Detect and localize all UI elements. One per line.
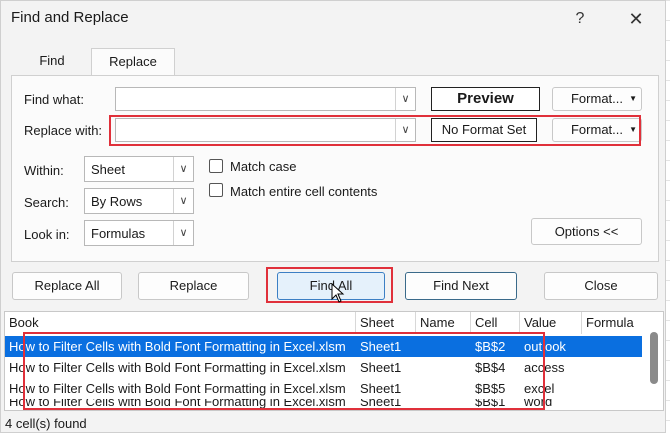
chevron-down-icon[interactable]: ∨ xyxy=(173,221,193,245)
col-header-formula[interactable]: Formula xyxy=(582,312,642,334)
status-text: 4 cell(s) found xyxy=(5,416,87,431)
within-value: Sheet xyxy=(91,162,125,177)
find-format-button[interactable]: Format... ▼ xyxy=(552,87,642,111)
tab-replace-label: Replace xyxy=(109,54,157,69)
replace-button[interactable]: Replace xyxy=(138,272,249,300)
tab-replace[interactable]: Replace xyxy=(91,48,175,76)
highlight-find-all xyxy=(266,267,393,303)
chevron-down-icon[interactable]: ∨ xyxy=(173,189,193,213)
search-select[interactable]: By Rows ∨ xyxy=(84,188,194,214)
lookin-value: Formulas xyxy=(91,226,146,241)
dialog-title: Find and Replace xyxy=(11,9,129,26)
find-what-input[interactable]: ∨ xyxy=(115,87,416,111)
find-next-button[interactable]: Find Next xyxy=(405,272,517,300)
options-button[interactable]: Options << xyxy=(531,218,642,245)
col-header-cell[interactable]: Cell xyxy=(471,312,520,334)
replace-with-label: Replace with: xyxy=(24,123,103,138)
tab-find-label: Find xyxy=(39,53,65,68)
find-format-label: Format... xyxy=(570,91,623,106)
col-header-name[interactable]: Name xyxy=(416,312,471,334)
col-header-sheet[interactable]: Sheet xyxy=(356,312,416,334)
highlight-replace-row xyxy=(109,115,641,146)
lookin-select[interactable]: Formulas ∨ xyxy=(84,220,194,246)
match-entire-checkbox[interactable] xyxy=(209,183,223,197)
match-case-label[interactable]: Match case xyxy=(230,159,296,174)
find-replace-dialog: Find and Replace ? ✕ Find Replace Find w… xyxy=(0,0,666,433)
dropdown-caret-icon: ▼ xyxy=(629,94,637,103)
format-preview: Preview xyxy=(431,87,540,111)
chevron-down-icon[interactable]: ∨ xyxy=(395,88,415,110)
close-icon[interactable]: ✕ xyxy=(623,7,649,31)
search-label: Search: xyxy=(24,195,69,210)
within-select[interactable]: Sheet ∨ xyxy=(84,156,194,182)
chevron-down-icon[interactable]: ∨ xyxy=(173,157,193,181)
col-header-book[interactable]: Book xyxy=(5,312,356,334)
match-entire-label[interactable]: Match entire cell contents xyxy=(230,184,377,199)
col-header-value[interactable]: Value xyxy=(520,312,582,334)
tab-find[interactable]: Find xyxy=(13,48,91,76)
mouse-pointer-icon xyxy=(331,283,345,303)
search-value: By Rows xyxy=(91,194,143,209)
replace-all-button[interactable]: Replace All xyxy=(12,272,122,300)
match-case-checkbox[interactable] xyxy=(209,159,223,173)
within-label: Within: xyxy=(24,163,64,178)
help-icon[interactable]: ? xyxy=(567,7,593,31)
find-what-label: Find what: xyxy=(24,92,84,107)
close-button[interactable]: Close xyxy=(544,272,658,300)
highlight-results xyxy=(23,332,545,410)
title-bar: Find and Replace ? ✕ xyxy=(1,1,667,37)
results-scrollbar[interactable] xyxy=(650,332,658,384)
lookin-label: Look in: xyxy=(24,227,70,242)
